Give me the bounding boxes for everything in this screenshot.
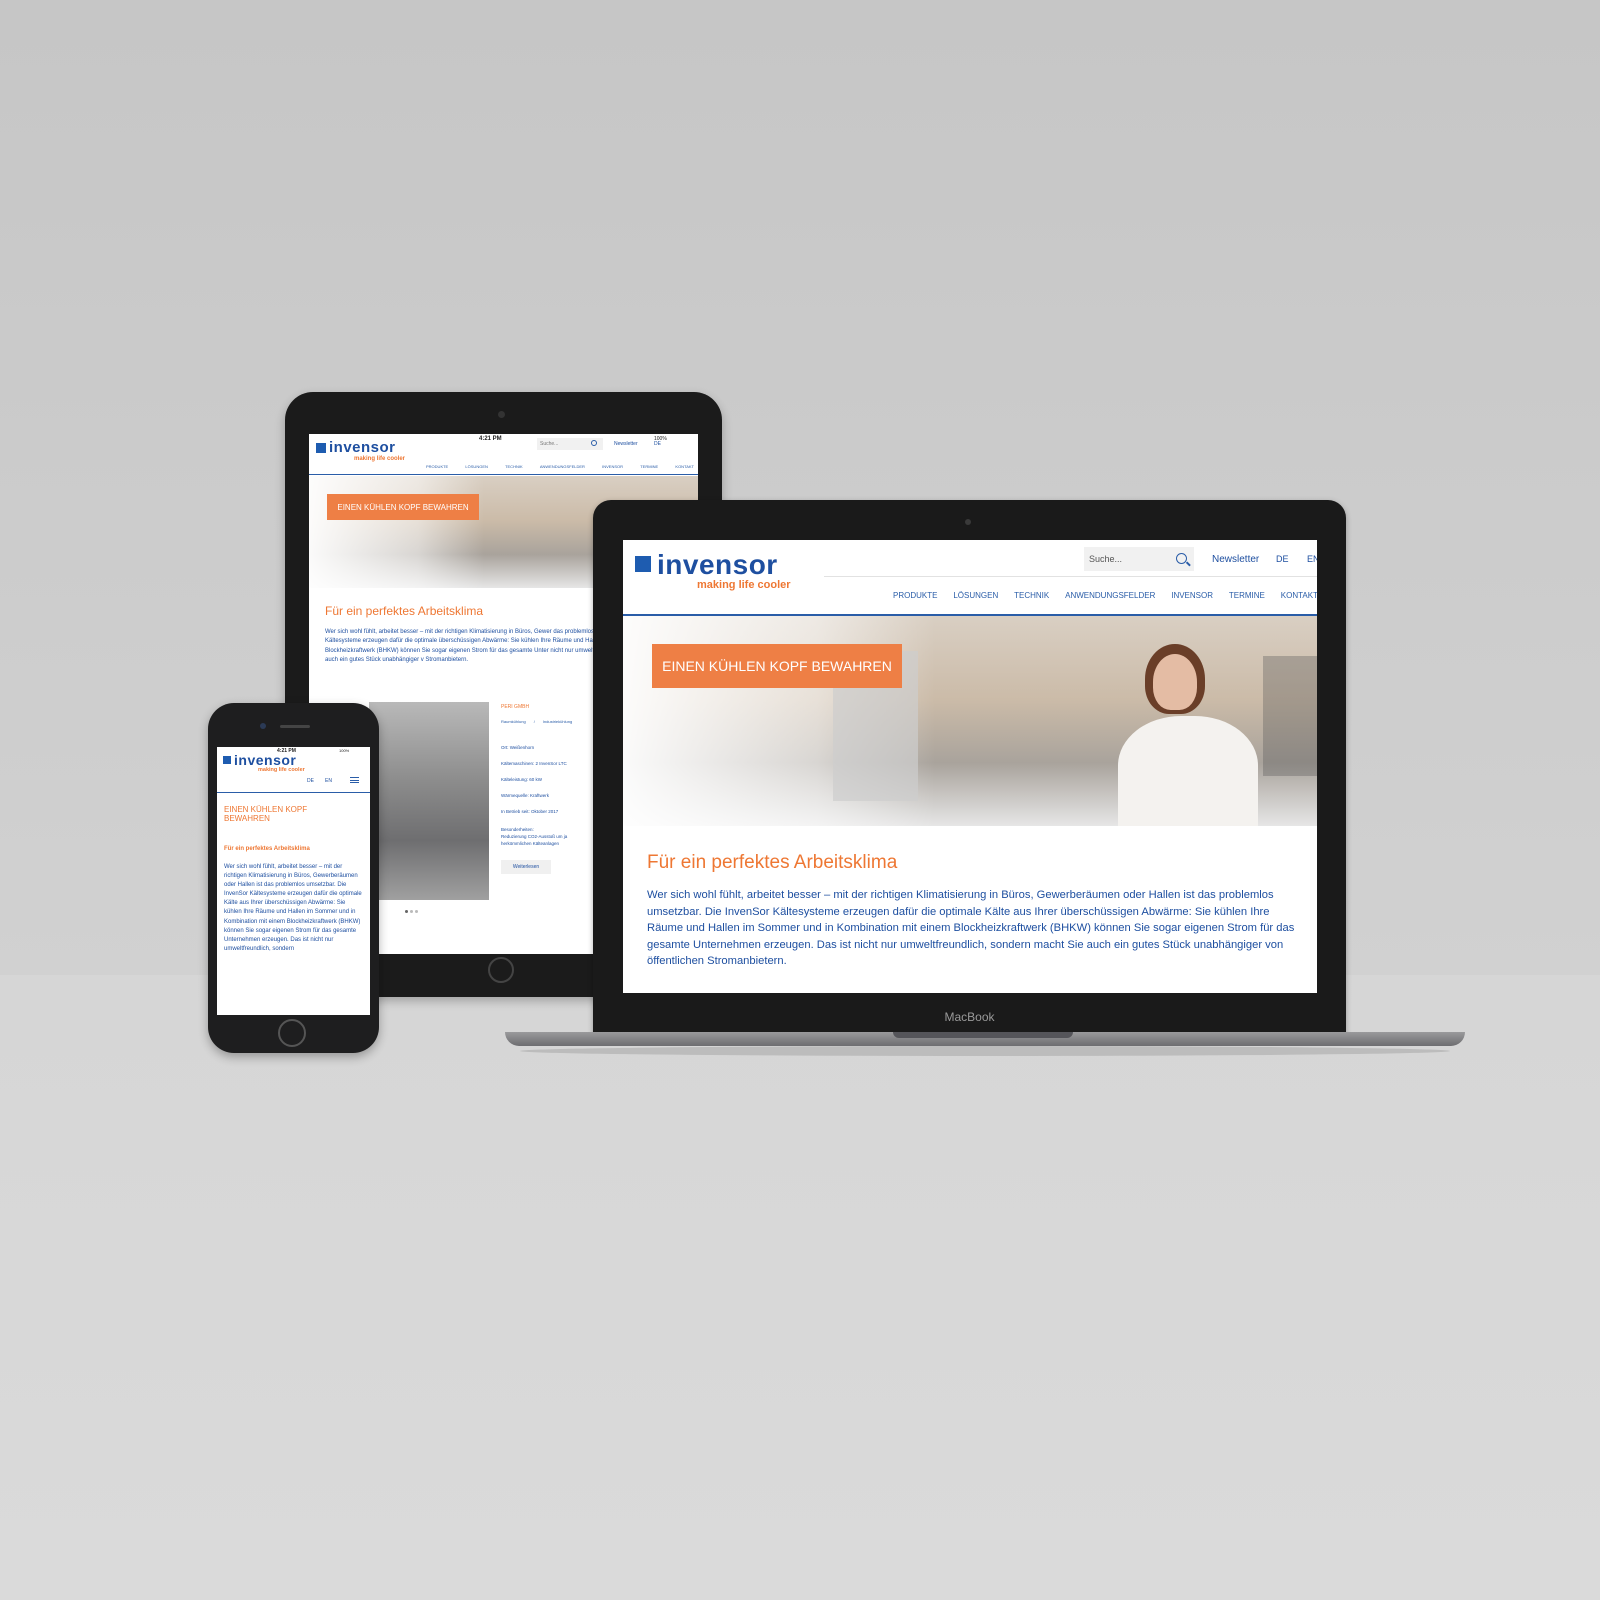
laptop-notch — [893, 1032, 1073, 1038]
logo-mark-icon — [316, 443, 326, 453]
tablet-nav-produkte[interactable]: PRODUKTE — [426, 464, 448, 469]
carousel-dot[interactable] — [410, 910, 413, 913]
header-divider — [217, 792, 370, 793]
tablet-nav-technik[interactable]: TECHNIK — [505, 464, 523, 469]
tablet-reference-facts: Ort: Weißenhorn Kältemaschinen: 2 InvenS… — [501, 740, 567, 820]
fact-kaeltemaschinen: Kältemaschinen: 2 InvenSor LTC — [501, 761, 567, 766]
laptop-nav-kontakt[interactable]: KONTAKT — [1281, 591, 1317, 600]
tablet-nav-termine[interactable]: TERMINE — [640, 464, 658, 469]
header-inner-divider — [824, 576, 1317, 577]
hero-person-shirt — [1118, 716, 1258, 826]
phone-screen: 4:21 PM 100% invensor making life cooler… — [217, 747, 370, 1015]
phone-lang-en[interactable]: EN — [325, 778, 332, 784]
tablet-nav-kontakt[interactable]: KONTAKT — [675, 464, 694, 469]
logo-tagline: making life cooler — [258, 767, 305, 773]
phone-lang-de[interactable]: DE — [307, 778, 314, 784]
hero-person-face — [1153, 654, 1197, 710]
phone-hero-cta[interactable]: EINEN KÜHLEN KOPF BEWAHREN — [224, 805, 334, 823]
tablet-lang-de[interactable]: DE — [654, 441, 661, 447]
hero-shelf — [1263, 656, 1317, 776]
tablet-logo[interactable]: invensor making life cooler — [316, 440, 405, 462]
tablet-reference-title: PERI GMBH — [501, 704, 530, 710]
tablet-newsletter-link[interactable]: Newsletter — [614, 441, 638, 447]
laptop-newsletter-link[interactable]: Newsletter — [1212, 554, 1259, 565]
laptop-nav: PRODUKTE LÖSUNGEN TECHNIK ANWENDUNGSFELD… — [893, 591, 1317, 600]
logo-mark-icon — [223, 756, 231, 764]
laptop-intro-heading: Für ein perfektes Arbeitsklima — [647, 852, 898, 873]
laptop-camera — [965, 519, 971, 525]
fact-in-betrieb: In Betrieb seit: Oktober 2017 — [501, 809, 559, 814]
tablet-status-time: 4:21 PM — [479, 436, 502, 442]
logo-mark-icon — [635, 556, 651, 572]
laptop-nav-termine[interactable]: TERMINE — [1229, 591, 1265, 600]
fact-ort: Ort: Weißenhorn — [501, 745, 535, 750]
logo-wordmark: invensor — [234, 752, 297, 768]
tablet-nav-anwendungsfelder[interactable]: ANWENDUNGSFELDER — [540, 464, 585, 469]
phone-camera — [260, 723, 266, 729]
carousel-dot[interactable] — [415, 910, 418, 913]
laptop-hero-cta-button[interactable]: EINEN KÜHLEN KOPF BEWAHREN — [652, 644, 902, 688]
tablet-hero-cta-button[interactable]: EINEN KÜHLEN KOPF BEWAHREN — [327, 494, 479, 520]
header-divider — [309, 474, 698, 475]
laptop-shadow — [520, 1046, 1450, 1056]
fact-kaelteleistung: Kälteleistung: 60 kW — [501, 777, 543, 782]
phone-status-battery: 100% — [339, 748, 350, 753]
logo-wordmark: invensor — [329, 439, 396, 456]
laptop-logo[interactable]: invensor making life cooler — [635, 551, 791, 591]
special-label: Besonderheiten: — [501, 827, 534, 832]
laptop-nav-invensor[interactable]: INVENSOR — [1171, 591, 1213, 600]
special-text: Reduzierung CO2-Ausstoß um ja herkömmlic… — [501, 834, 568, 846]
laptop-nav-technik[interactable]: TECHNIK — [1014, 591, 1049, 600]
phone-intro-body: Wer sich wohl fühlt, arbeitet besser – m… — [224, 864, 362, 952]
fact-waermequelle: Wärmequelle: Kraftwerk — [501, 793, 550, 798]
tablet-camera — [498, 411, 505, 418]
tablet-nav-invensor[interactable]: INVENSOR — [602, 464, 623, 469]
carousel-dot-active[interactable] — [405, 910, 408, 913]
tablet-home-button[interactable] — [488, 957, 514, 983]
search-icon[interactable] — [591, 440, 597, 446]
tag-raumkuehlung[interactable]: Raumkühlung — [501, 719, 526, 724]
laptop-nav-loesungen[interactable]: LÖSUNGEN — [953, 591, 998, 600]
phone-device: 4:21 PM 100% invensor making life cooler… — [208, 703, 379, 1053]
phone-home-button[interactable] — [278, 1019, 306, 1047]
carousel-dots — [405, 910, 418, 913]
laptop-brand-label: MacBook — [944, 1010, 995, 1024]
tablet-nav-loesungen[interactable]: LÖSUNGEN — [465, 464, 487, 469]
phone-logo[interactable]: invensor making life cooler — [223, 753, 305, 774]
laptop-screen: invensor making life cooler Suche... New… — [623, 540, 1317, 993]
tablet-reference-more-button[interactable]: Weiterlesen — [501, 860, 551, 874]
tablet-intro-heading: Für ein perfektes Arbeitsklima — [325, 604, 484, 618]
laptop-nav-anwendungsfelder[interactable]: ANWENDUNGSFELDER — [1065, 591, 1155, 600]
tablet-nav: PRODUKTE LÖSUNGEN TECHNIK ANWENDUNGSFELD… — [426, 464, 694, 469]
laptop-lang-de[interactable]: DE — [1276, 554, 1289, 564]
logo-tagline: making life cooler — [697, 579, 791, 591]
logo-wordmark: invensor — [657, 549, 778, 580]
laptop-intro-body: Wer sich wohl fühlt, arbeitet besser – m… — [647, 889, 1295, 967]
logo-tagline: making life cooler — [354, 456, 406, 462]
tablet-reference-tags: Raumkühlung / Industriekühlung — [501, 719, 572, 724]
phone-intro-heading: Für ein perfektes Arbeitsklima — [224, 846, 310, 852]
background-floor — [0, 975, 1600, 1600]
tablet-reference-special: Besonderheiten: Reduzierung CO2-Ausstoß … — [501, 826, 591, 847]
laptop-device: invensor making life cooler Suche... New… — [593, 500, 1346, 1035]
tag-industriekuehlung[interactable]: Industriekühlung — [543, 719, 572, 724]
laptop-nav-produkte[interactable]: PRODUKTE — [893, 591, 937, 600]
tag-separator: / — [533, 719, 535, 724]
hamburger-menu-icon[interactable] — [350, 777, 359, 783]
laptop-lang-en[interactable]: EN — [1307, 554, 1317, 564]
tablet-reference-image — [369, 702, 489, 900]
phone-speaker — [280, 725, 310, 728]
